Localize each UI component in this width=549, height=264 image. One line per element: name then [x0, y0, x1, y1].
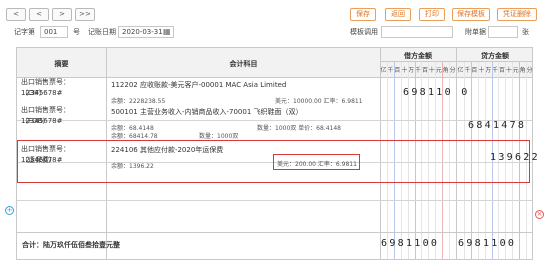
calendar-icon[interactable]: ▦ [163, 26, 171, 38]
debit-header: 借方金额 [404, 52, 432, 60]
last-page-button[interactable]: >> [75, 8, 95, 21]
total-credit-amount: 6981100 [458, 238, 517, 249]
voucher-type-label: 记字第 [14, 28, 35, 36]
row1-balance: 余额：2228238.55 [111, 98, 166, 105]
row1-debit-amount[interactable]: 698110 0 [403, 87, 470, 98]
row3-balance: 余额：1396.22 [111, 163, 154, 170]
row2-qty-price: 数量：1000双 单价：68.4148 [257, 125, 341, 132]
print-button[interactable]: 打印 [419, 8, 445, 21]
save-template-button[interactable]: 保存模板 [452, 8, 490, 21]
account-header: 会计科目 [229, 60, 258, 68]
row1-account[interactable]: 112202 应收账款-美元客户-00001 MAC Asia Limited [111, 80, 286, 90]
row3-fx: 美元：200.00 汇率：6.9811 [277, 161, 357, 168]
add-row-icon[interactable]: + [5, 206, 14, 215]
template-label: 模板调用 [350, 28, 378, 36]
row2-credit-amount[interactable]: 6841478 [468, 120, 526, 131]
row1-summary-line2[interactable]: （CIF） [21, 88, 103, 99]
remove-row-icon[interactable]: × [535, 210, 544, 219]
prev-page-button[interactable]: < [29, 8, 49, 21]
row2-qty: 数量：1000双 [199, 133, 239, 140]
attachment-label: 附单据 [465, 28, 486, 36]
delete-voucher-button[interactable]: 凭证删除 [497, 8, 537, 21]
attachment-unit: 张 [522, 28, 529, 36]
summary-header: 摘要 [54, 60, 69, 68]
save-button[interactable]: 保存 [350, 8, 376, 21]
row2-balance2: 余额：68414.78 [111, 133, 158, 140]
next-page-button[interactable]: > [52, 8, 72, 21]
row2-summary-line2[interactable]: （FOB） [21, 116, 103, 127]
total-debit-amount: 6981100 [381, 238, 440, 249]
first-page-button[interactable]: < [6, 8, 26, 21]
row3-credit-amount[interactable]: 139622 [490, 152, 540, 163]
credit-header: 贷方金额 [481, 52, 509, 60]
row2-account[interactable]: 500101 主营业务收入-内销商品收入-70001 飞织鞋面（双） [111, 107, 303, 117]
attachment-count-input[interactable] [488, 26, 518, 38]
back-button[interactable]: 返回 [385, 8, 411, 21]
row3-account[interactable]: 224106 其他应付款-2020年运保费 [111, 145, 223, 155]
row3-summary-line2[interactable]: （运保费） [21, 155, 103, 166]
date-label: 记账日期 [88, 28, 116, 36]
voucher-number-suffix: 号 [73, 28, 80, 36]
voucher-table: 摘要 会计科目 借方金额 贷方金额 亿千百十万千百十元角分亿千百十万千百十元角分… [16, 47, 538, 260]
voucher-number-input[interactable]: 001 [40, 26, 68, 38]
total-label: 合计：陆万玖仟伍佰叁拾壹元整 [22, 241, 120, 249]
template-input[interactable] [381, 26, 453, 38]
row1-fx: 美元：10000.00 汇率：6.9811 [275, 98, 363, 105]
